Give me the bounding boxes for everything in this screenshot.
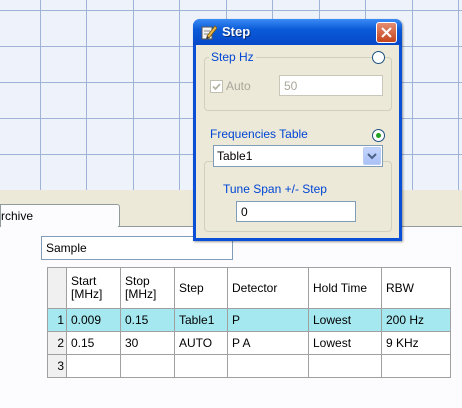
dialog-title: Step (222, 24, 251, 39)
cell-rbw[interactable] (381, 354, 451, 378)
tune-span-label: Tune Span +/- Step (221, 182, 329, 196)
cell-step[interactable] (174, 354, 228, 378)
column-header-hold-time[interactable]: Hold Time (308, 267, 382, 309)
column-header-unit: [MHz] (125, 287, 157, 301)
frequencies-table-label: Frequencies Table (208, 127, 310, 141)
close-button[interactable] (376, 22, 397, 43)
column-header-detector[interactable]: Detector (227, 267, 309, 309)
chevron-down-icon (367, 153, 377, 160)
column-header-rbw[interactable]: RBW (381, 267, 451, 309)
cell-hold-time[interactable]: Lowest (308, 308, 382, 332)
sample-value: Sample (46, 241, 87, 255)
dialog-title-bar[interactable]: Step (193, 19, 402, 45)
column-header-stop[interactable]: Stop [MHz] (120, 267, 175, 309)
checkmark-icon (212, 83, 221, 91)
step-hz-label: Step Hz (209, 50, 256, 64)
frequency-table: Start [MHz] Stop [MHz] Step Detector Hold … (47, 267, 451, 378)
column-header-text: Stop (125, 274, 150, 288)
close-icon (381, 27, 392, 38)
tab-archive[interactable]: rchive (0, 204, 120, 227)
cell-hold-time[interactable]: Lowest (308, 331, 382, 355)
cell-stop[interactable]: 0.15 (120, 308, 175, 332)
auto-checkbox[interactable] (210, 80, 223, 93)
cell-detector[interactable] (227, 354, 309, 378)
table-header-row: Start [MHz] Stop [MHz] Step Detector Hold … (47, 267, 451, 309)
row-number[interactable]: 1 (47, 308, 67, 332)
grid-line (0, 10, 462, 11)
row-header-corner (47, 267, 67, 309)
step-dialog: Step Step Hz Auto 50 Frequencies Table T… (193, 19, 402, 241)
grid-line (412, 0, 413, 190)
column-header-start[interactable]: Start [MHz] (66, 267, 121, 309)
tune-span-input[interactable]: 0 (236, 201, 356, 222)
grid-line (458, 0, 459, 190)
tab-label: rchive (1, 209, 34, 223)
row-number[interactable]: 3 (47, 354, 67, 378)
combo-value: Table1 (217, 149, 253, 163)
table-row[interactable]: 1 0.009 0.15 Table1 P Lowest 200 Hz (47, 308, 451, 332)
column-header-text: Start (71, 274, 97, 288)
frequencies-table-combo[interactable]: Table1 (213, 145, 383, 167)
grid-line (40, 0, 41, 190)
tune-span-value: 0 (241, 205, 248, 219)
table-row[interactable]: 2 0.15 30 AUTO P A Lowest 9 KHz (47, 331, 451, 355)
cell-stop[interactable] (120, 354, 175, 378)
step-hz-value: 50 (284, 79, 298, 93)
column-header-step[interactable]: Step (174, 267, 228, 309)
cell-start[interactable]: 0.15 (66, 331, 121, 355)
cell-detector[interactable]: P (227, 308, 309, 332)
cell-rbw[interactable]: 200 Hz (381, 308, 451, 332)
table-row[interactable]: 3 (47, 354, 451, 378)
grid-line (86, 0, 87, 190)
edit-icon (201, 25, 217, 40)
step-hz-input[interactable]: 50 (279, 75, 383, 96)
step-hz-radio[interactable] (372, 51, 385, 64)
grid-line (133, 0, 134, 190)
cell-start[interactable] (66, 354, 121, 378)
cell-hold-time[interactable] (308, 354, 382, 378)
cell-detector[interactable]: P A (227, 331, 309, 355)
column-header-unit: [MHz] (71, 287, 103, 301)
row-number[interactable]: 2 (47, 331, 67, 355)
cell-step[interactable]: Table1 (174, 308, 228, 332)
dropdown-button[interactable] (363, 147, 381, 165)
frequencies-table-radio[interactable] (372, 129, 385, 142)
cell-step[interactable]: AUTO (174, 331, 228, 355)
grid-line (179, 0, 180, 190)
auto-label: Auto (226, 79, 251, 93)
cell-stop[interactable]: 30 (120, 331, 175, 355)
dialog-client: Step Hz Auto 50 Frequencies Table Table1… (196, 45, 399, 238)
cell-rbw[interactable]: 9 KHz (381, 331, 451, 355)
cell-start[interactable]: 0.009 (66, 308, 121, 332)
